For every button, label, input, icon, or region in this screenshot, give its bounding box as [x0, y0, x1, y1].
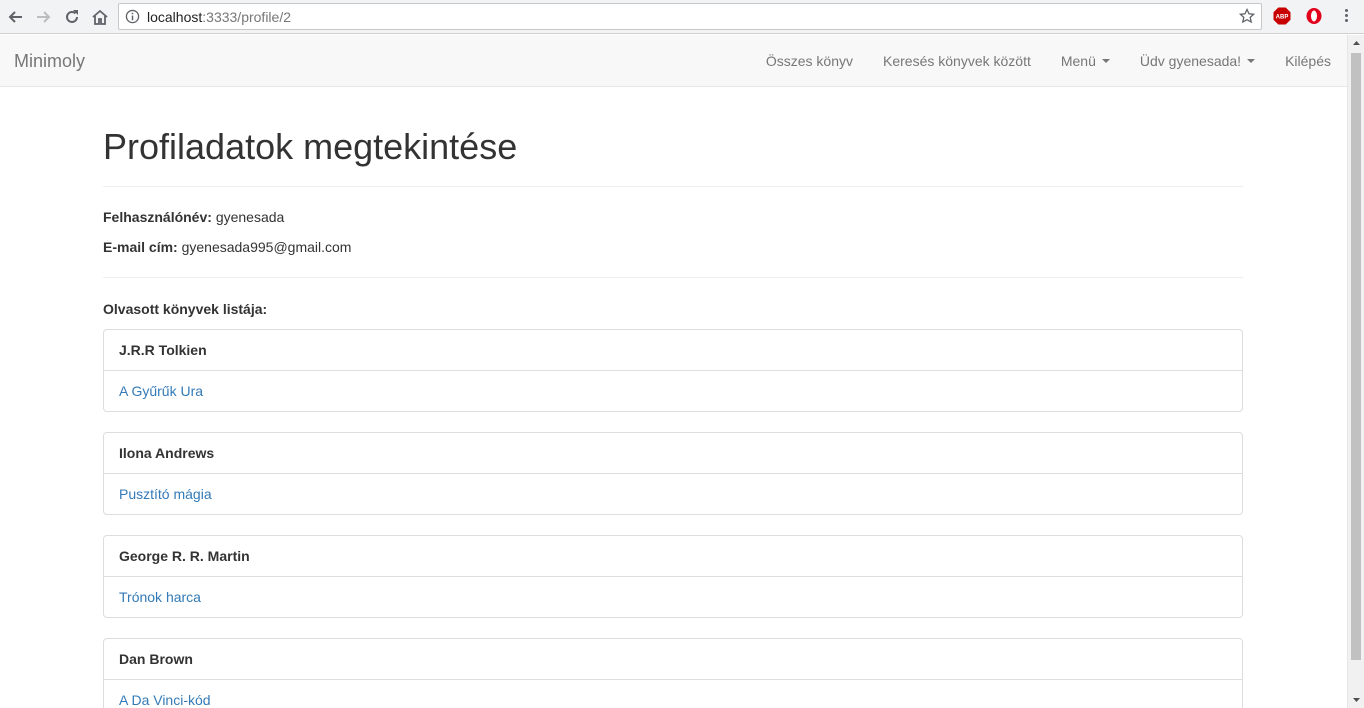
nav-label: Kilépés	[1285, 52, 1331, 69]
star-icon[interactable]	[1238, 7, 1256, 29]
divider	[103, 186, 1243, 187]
book-title-link[interactable]: A Gyűrűk Ura	[119, 383, 203, 399]
books-list-title: Olvasott könyvek listája:	[103, 301, 268, 317]
nav-search-books[interactable]: Keresés könyvek között	[868, 53, 1046, 69]
nav-menu-dropdown[interactable]: Menü	[1046, 53, 1125, 69]
book-body: A Da Vinci-kód	[104, 680, 1242, 708]
url-text: localhost:3333/profile/2	[147, 9, 291, 25]
username-value: gyenesada	[215, 209, 285, 225]
vertical-scrollbar[interactable]	[1347, 35, 1364, 708]
book-body: Pusztító mágia	[104, 474, 1242, 514]
book-title-link[interactable]: Pusztító mágia	[119, 486, 212, 502]
back-icon[interactable]	[4, 5, 28, 29]
info-icon[interactable]	[125, 9, 140, 29]
url-host: localhost	[147, 9, 203, 25]
nav-label: Összes könyv	[765, 52, 853, 69]
username-label: Felhasználónév:	[103, 209, 212, 225]
book-panel: J.R.R Tolkien A Gyűrűk Ura	[103, 329, 1243, 412]
book-panel: Dan Brown A Da Vinci-kód	[103, 638, 1243, 708]
home-icon[interactable]	[88, 5, 112, 29]
forward-icon[interactable]	[31, 5, 55, 29]
book-author: Dan Brown	[104, 639, 1242, 680]
book-author: J.R.R Tolkien	[104, 330, 1242, 371]
address-bar[interactable]: localhost:3333/profile/2	[118, 3, 1262, 30]
reload-icon[interactable]	[60, 5, 84, 29]
book-body: A Gyűrűk Ura	[104, 371, 1242, 411]
page-viewport: Minimoly Összes könyv Keresés könyvek kö…	[0, 35, 1364, 708]
nav-label: Menü	[1060, 52, 1096, 69]
adblock-icon[interactable]: ABP	[1273, 7, 1291, 30]
books-list: J.R.R Tolkien A Gyűrűk Ura Ilona Andrews…	[103, 329, 1243, 708]
adblock-label: ABP	[1276, 15, 1289, 21]
book-author: George R. R. Martin	[104, 536, 1242, 577]
nav-logout[interactable]: Kilépés	[1270, 53, 1331, 69]
username-row: Felhasználónév: gyenesada	[103, 207, 1243, 227]
nav-user-dropdown[interactable]: Üdv gyenesada!	[1125, 53, 1270, 69]
profile-fields: Felhasználónév: gyenesada E-mail cím: gy…	[103, 207, 1243, 257]
navbar-links: Összes könyv Keresés könyvek között Menü…	[751, 35, 1331, 86]
book-panel: George R. R. Martin Trónok harca	[103, 535, 1243, 618]
email-row: E-mail cím: gyenesada995@gmail.com	[103, 237, 1243, 257]
scrollbar-thumb[interactable]	[1351, 53, 1361, 660]
book-title-link[interactable]: Trónok harca	[119, 589, 201, 605]
nav-label: Üdv gyenesada!	[1139, 52, 1242, 69]
opera-icon[interactable]	[1305, 7, 1323, 30]
profile-content: Profiladatok megtekintése Felhasználónév…	[103, 87, 1243, 708]
menu-icon[interactable]	[1341, 8, 1351, 26]
nav-all-books[interactable]: Összes könyv	[751, 53, 868, 69]
divider	[103, 277, 1243, 278]
url-path: :3333/profile/2	[202, 9, 291, 25]
browser-toolbar: localhost:3333/profile/2 ABP	[0, 0, 1364, 34]
book-panel: Ilona Andrews Pusztító mágia	[103, 432, 1243, 515]
email-label: E-mail cím:	[103, 239, 178, 255]
email-value: gyenesada995@gmail.com	[181, 239, 352, 255]
navbar: Minimoly Összes könyv Keresés könyvek kö…	[0, 35, 1347, 87]
book-title-link[interactable]: A Da Vinci-kód	[119, 692, 211, 708]
book-author: Ilona Andrews	[104, 433, 1242, 474]
scroll-up-icon[interactable]	[1348, 35, 1364, 51]
navbar-brand[interactable]: Minimoly	[14, 51, 85, 72]
scroll-down-icon[interactable]	[1348, 692, 1364, 708]
book-body: Trónok harca	[104, 577, 1242, 617]
caret-down-icon	[1101, 58, 1110, 63]
page-title: Profiladatok megtekintése	[103, 126, 518, 167]
caret-down-icon	[1247, 58, 1256, 63]
nav-label: Keresés könyvek között	[883, 52, 1031, 69]
